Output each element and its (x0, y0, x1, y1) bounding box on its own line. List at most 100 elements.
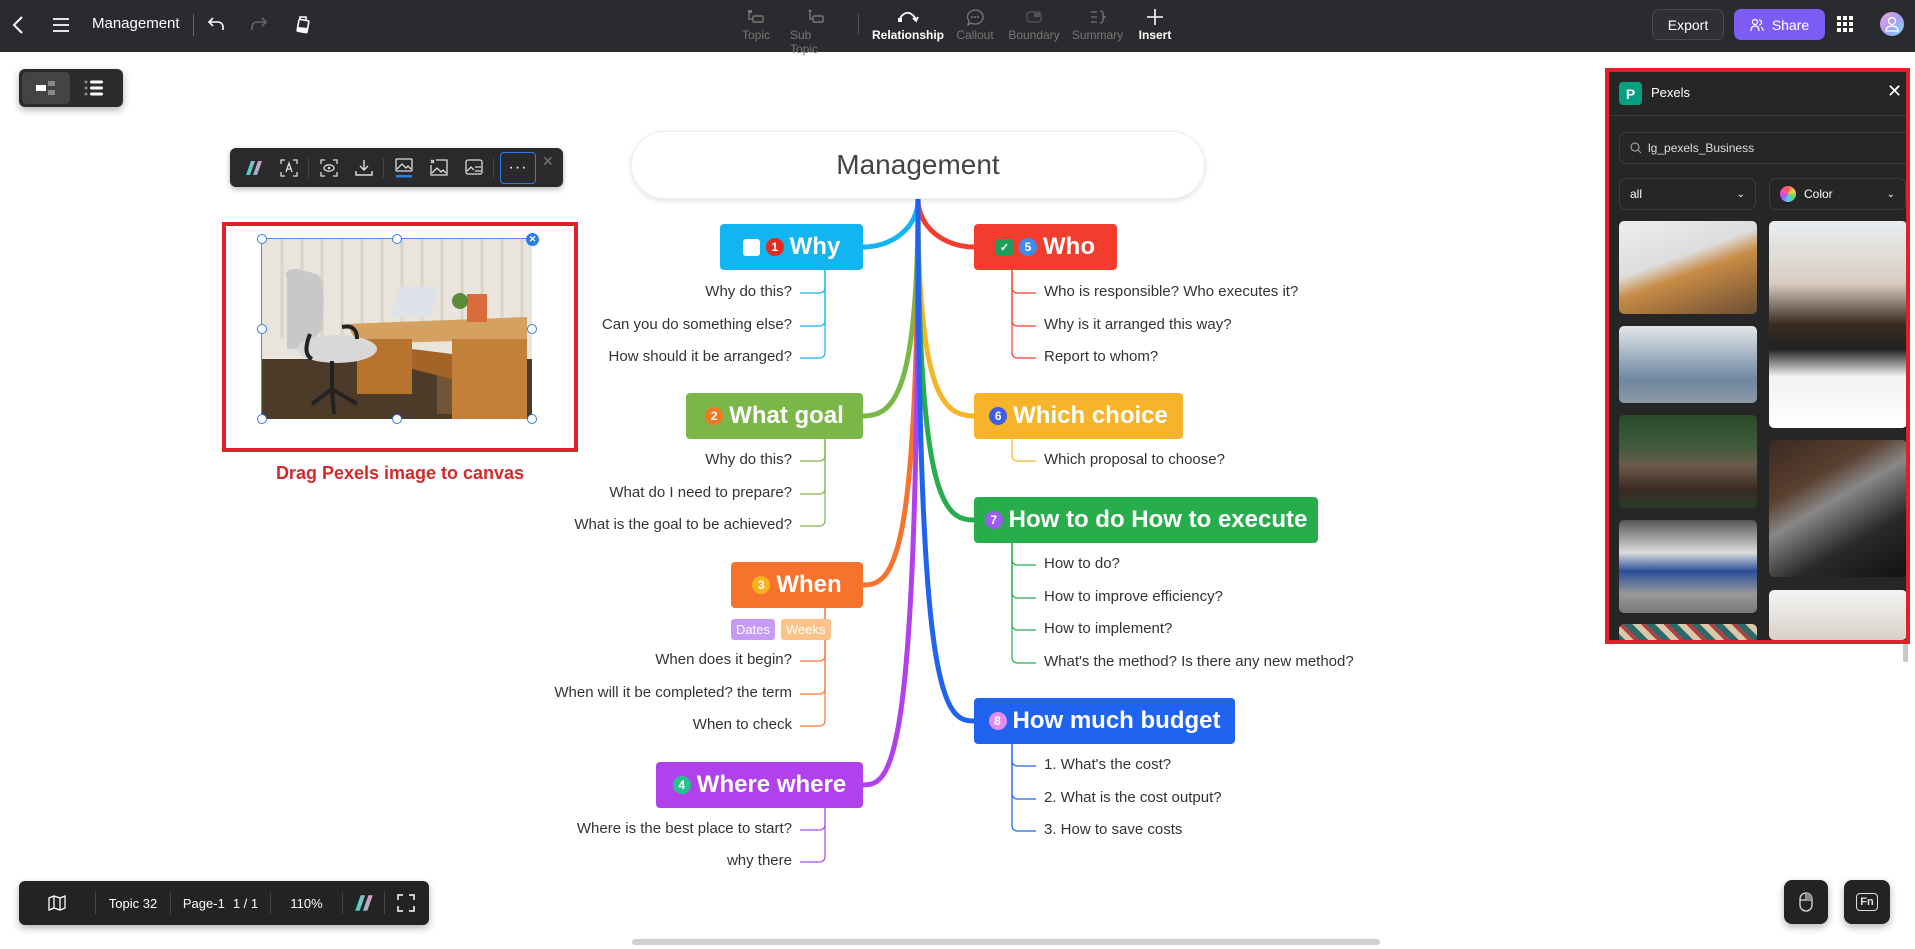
unchecked-checkbox-icon[interactable] (742, 238, 760, 256)
subtopic[interactable]: Why is it arranged this way? (1044, 316, 1232, 333)
subtopic[interactable]: Who is responsible? Who executes it? (1044, 283, 1298, 300)
branch-connector (862, 198, 921, 250)
topic-what-goal[interactable]: 2 What goal (686, 393, 863, 439)
branch-connector (915, 198, 975, 724)
subtopic[interactable]: Report to whom? (1044, 348, 1158, 365)
pexels-image-team-meeting[interactable] (1619, 415, 1757, 508)
subtopic-connector (1011, 744, 1036, 800)
priority-6-icon: 6 (989, 407, 1008, 425)
priority-3-icon: 3 (752, 576, 771, 594)
subtopic[interactable]: When does it begin? (530, 651, 792, 668)
pexels-image-woman-laptop[interactable] (1769, 221, 1907, 428)
subtopic[interactable]: 1. What's the cost? (1044, 756, 1171, 773)
branch-connector (862, 198, 921, 588)
subtopic[interactable]: Why do this? (540, 451, 792, 468)
subtopic-connector (1011, 744, 1036, 832)
pexels-panel: P Pexels ✕ lg_pexels_Business all ⌄ Colo… (1607, 70, 1907, 642)
brand-logo-icon (354, 895, 373, 911)
subtopic[interactable]: What is the goal to be achieved? (540, 516, 792, 533)
subtopic[interactable]: 3. How to save costs (1044, 821, 1182, 838)
pexels-image-city-buildings[interactable] (1619, 326, 1757, 403)
pexels-image-pattern[interactable] (1619, 624, 1757, 642)
outline-map-button[interactable] (19, 881, 95, 925)
subtopic[interactable]: When will it be completed? the term (530, 684, 792, 701)
chevron-down-icon: ⌄ (1736, 188, 1745, 200)
subtopic-connector (800, 270, 826, 294)
subtopic-connector (800, 808, 826, 831)
topic-where[interactable]: 4 Where where (656, 762, 863, 808)
subtopic[interactable]: Which proposal to choose? (1044, 451, 1225, 468)
priority-1-icon: 1 (765, 238, 784, 256)
fullscreen-icon (396, 894, 415, 912)
subtopic-connector (1011, 270, 1036, 294)
mouse-icon (1799, 892, 1813, 912)
topic-how-to-do[interactable]: 7 How to do How to execute (974, 497, 1318, 543)
subtopic-connector (800, 270, 826, 327)
subtopic-connector (800, 439, 826, 527)
topic-why[interactable]: 1 Why (720, 224, 863, 270)
pexels-image-man-blue-suit[interactable] (1619, 520, 1757, 613)
subtopic-connector (1011, 543, 1036, 599)
function-keys-button[interactable]: Fn (1844, 880, 1890, 924)
subtopic[interactable]: why there (540, 852, 792, 869)
subtopic-connector (1011, 543, 1036, 631)
tag-weeks[interactable]: Weeks (781, 619, 831, 640)
subtopic-connector (1011, 270, 1036, 327)
subtopic-connector (1011, 543, 1036, 566)
close-panel-button[interactable]: ✕ (1887, 81, 1902, 102)
subtopic-connector (1011, 439, 1036, 462)
subtopic-connector (1011, 744, 1036, 767)
checked-checkbox-icon[interactable]: ✓ (996, 238, 1013, 256)
subtopic[interactable]: What's the method? Is there any new meth… (1044, 653, 1354, 670)
branch-connector (862, 198, 921, 419)
branch-connector (915, 198, 975, 250)
subtopic[interactable]: 2. What is the cost output? (1044, 789, 1222, 806)
horizontal-scrollbar[interactable] (632, 939, 1380, 945)
bottom-status-bar: Topic 32 Page-1 1 / 1 110% (19, 881, 429, 925)
priority-7-icon: 7 (984, 511, 1003, 529)
subtopic-connector (1011, 543, 1036, 664)
subtopic[interactable]: What do I need to prepare? (540, 484, 792, 501)
panel-scrollbar[interactable] (1903, 640, 1908, 662)
subtopic[interactable]: How to implement? (1044, 620, 1172, 637)
zoom-level[interactable]: 110% (271, 881, 342, 925)
subtopic[interactable]: When to check (530, 716, 792, 733)
pexels-logo-icon: P (1619, 82, 1642, 105)
topic-count: Topic 32 (108, 895, 158, 911)
priority-2-icon: 2 (705, 407, 724, 425)
subtopic-connector (800, 808, 826, 863)
topic-who[interactable]: ✓ 5 Who (974, 224, 1117, 270)
priority-4-icon: 4 (672, 776, 691, 794)
subtopic-connector (800, 439, 826, 462)
topic-which-choice[interactable]: 6 Which choice (974, 393, 1183, 439)
subtopic[interactable]: Why do this? (560, 283, 792, 300)
subtopic[interactable]: How to do? (1044, 555, 1120, 572)
root-topic[interactable]: Management (631, 131, 1205, 199)
pexels-image-woman-whiteboard[interactable] (1769, 590, 1907, 640)
ai-assistant-button[interactable] (343, 881, 384, 925)
topic-when[interactable]: 3 When (731, 562, 863, 608)
fn-icon: Fn (1856, 893, 1878, 911)
priority-8-icon: 8 (988, 712, 1007, 730)
subtopic[interactable]: Where is the best place to start? (540, 820, 792, 837)
search-icon (1630, 142, 1642, 154)
branch-connector (915, 198, 975, 419)
pexels-header: P Pexels ✕ (1607, 70, 1907, 116)
subtopic[interactable]: How to improve efficiency? (1044, 588, 1223, 605)
type-filter-select[interactable]: all ⌄ (1619, 178, 1756, 210)
tag-dates[interactable]: Dates (731, 619, 775, 640)
color-wheel-icon (1780, 186, 1796, 202)
pexels-image-office-desk[interactable] (1619, 221, 1757, 314)
subtopic[interactable]: How should it be arranged? (560, 348, 792, 365)
subtopic-connector (800, 439, 826, 495)
mouse-mode-button[interactable] (1784, 880, 1828, 924)
color-filter-select[interactable]: Color ⌄ (1769, 178, 1906, 210)
subtopic[interactable]: Can you do something else? (560, 316, 792, 333)
pexels-search-input[interactable]: lg_pexels_Business (1619, 132, 1907, 164)
subtopic-connector (800, 270, 826, 359)
subtopic-connector (1011, 270, 1036, 359)
page-indicator[interactable]: Page-1 1 / 1 (171, 881, 270, 925)
fullscreen-button[interactable] (385, 881, 426, 925)
topic-how-much-budget[interactable]: 8 How much budget (974, 698, 1235, 744)
pexels-image-laptop-coffee[interactable] (1769, 440, 1907, 577)
